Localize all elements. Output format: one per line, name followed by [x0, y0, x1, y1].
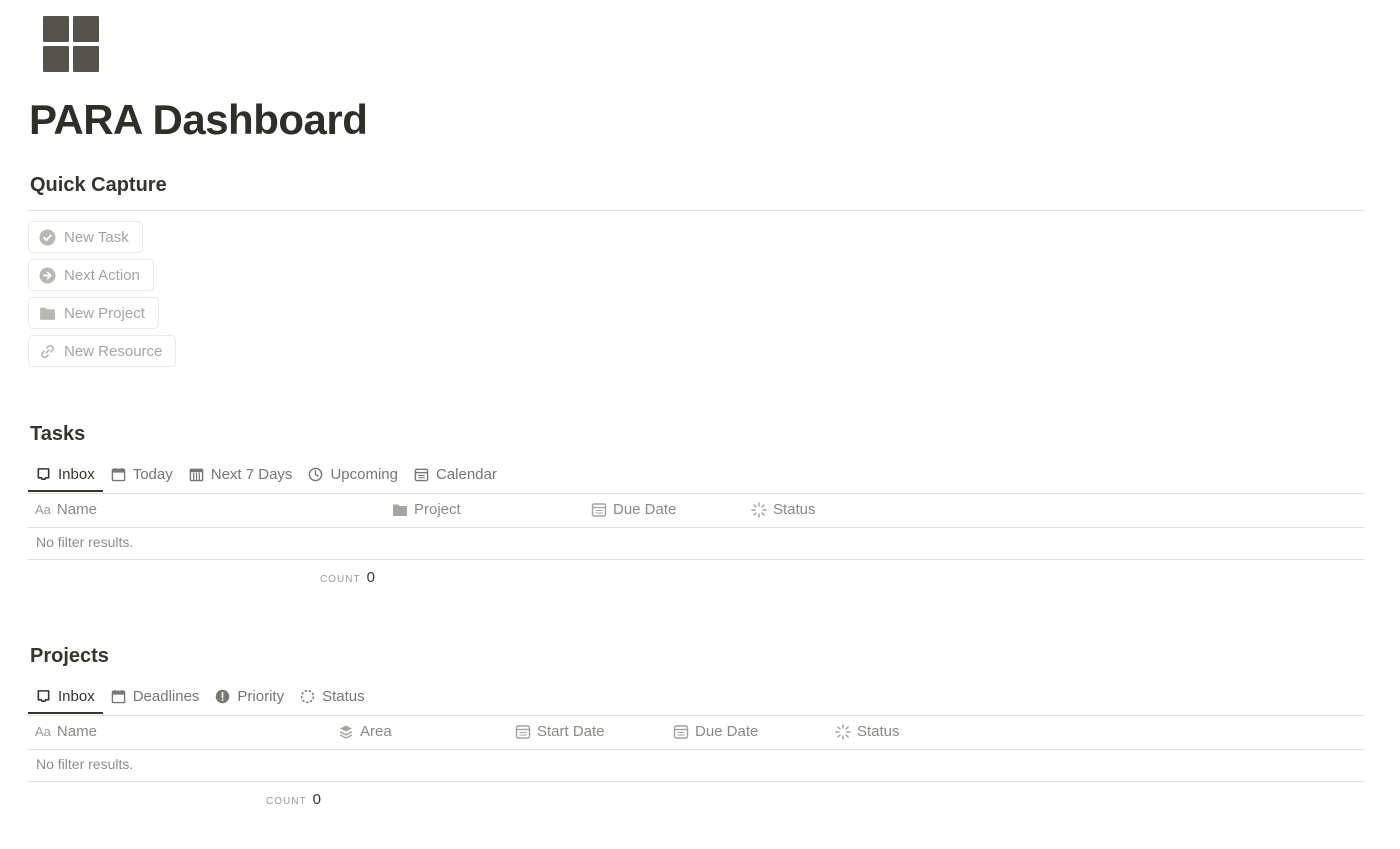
- tab-priority[interactable]: Priority: [207, 679, 292, 714]
- new-project-button[interactable]: New Project: [28, 297, 159, 329]
- tab-inbox-label: Inbox: [58, 688, 95, 705]
- calendar-icon: [111, 467, 125, 482]
- new-project-label: New Project: [64, 304, 145, 322]
- tab-inbox[interactable]: Inbox: [28, 679, 103, 714]
- tab-calendar[interactable]: Calendar: [406, 457, 505, 492]
- tab-priority-label: Priority: [237, 688, 285, 705]
- column-header-label: Start Date: [537, 723, 605, 740]
- layers-icon: [339, 725, 353, 739]
- table-header-bottom-border: [28, 527, 1364, 528]
- calculation-count[interactable]: COUNT 0: [266, 791, 321, 808]
- column-header-label: Project: [414, 501, 461, 518]
- new-resource-button[interactable]: New Resource: [28, 335, 177, 367]
- empty-state-text: No filter results.: [36, 534, 134, 550]
- tab-status-label: Status: [322, 688, 365, 705]
- folder-icon: [393, 504, 407, 516]
- table-header-top-border: [28, 493, 1364, 494]
- text-property-icon: Aa: [35, 724, 51, 739]
- status-spinner-icon: [751, 501, 767, 518]
- calculation-count[interactable]: COUNT 0: [320, 569, 375, 586]
- tab-next-7-days[interactable]: Next 7 Days: [181, 457, 301, 492]
- grid-icon[interactable]: [43, 16, 99, 72]
- inbox-icon: [37, 690, 50, 702]
- table-header-top-border: [28, 715, 1364, 716]
- calendar-icon: [111, 689, 125, 704]
- new-task-label: New Task: [64, 228, 129, 246]
- column-header-label: Name: [56, 501, 97, 518]
- column-header-label: Area: [360, 723, 392, 740]
- dashed-circle-icon: [300, 689, 315, 704]
- tab-deadlines-label: Deadlines: [132, 688, 200, 705]
- column-header-status[interactable]: Status: [751, 501, 816, 518]
- count-label: COUNT: [320, 574, 361, 585]
- column-header-name[interactable]: Aa Name: [35, 723, 97, 740]
- count-value: 0: [312, 791, 321, 808]
- table-bottom-border: [28, 559, 1364, 560]
- text-property-icon: Aa: [35, 502, 51, 517]
- quick-capture-heading: Quick Capture: [30, 174, 167, 196]
- column-header-label: Status: [773, 501, 816, 518]
- column-header-due-date[interactable]: Due Date: [591, 501, 676, 518]
- grid-icon-cell: [73, 46, 99, 72]
- tab-today[interactable]: Today: [103, 457, 181, 492]
- page-title[interactable]: PARA Dashboard: [29, 96, 368, 144]
- tasks-view-tabs: Inbox Today Next 7 Days Upcoming Calenda…: [28, 457, 505, 492]
- grid-icon-cell: [73, 16, 99, 42]
- arrow-right-circle-icon: [39, 267, 56, 283]
- count-value: 0: [366, 569, 375, 586]
- grid-icon-cell: [43, 16, 69, 42]
- column-header-area[interactable]: Area: [338, 723, 392, 740]
- tab-calendar-label: Calendar: [435, 466, 497, 483]
- tasks-heading: Tasks: [30, 423, 86, 445]
- calendar-icon: [414, 468, 429, 482]
- inbox-icon: [37, 468, 50, 480]
- new-resource-label: New Resource: [64, 342, 163, 360]
- tab-next-7-days-label: Next 7 Days: [210, 466, 293, 483]
- column-header-label: Due Date: [695, 723, 759, 740]
- exclamation-circle-icon: [216, 689, 230, 704]
- projects-heading: Projects: [30, 645, 109, 667]
- table-header-bottom-border: [28, 749, 1364, 750]
- tab-upcoming-label: Upcoming: [330, 466, 398, 483]
- link-icon: [41, 344, 54, 358]
- column-header-project[interactable]: Project: [392, 501, 461, 518]
- tab-today-label: Today: [132, 466, 173, 483]
- grid-icon-cell: [43, 46, 69, 72]
- column-header-label: Name: [56, 723, 97, 740]
- date-property-icon: [591, 502, 607, 517]
- clock-icon: [309, 467, 323, 482]
- folder-icon: [40, 307, 55, 320]
- tab-upcoming[interactable]: Upcoming: [300, 457, 406, 492]
- next-action-label: Next Action: [64, 266, 140, 284]
- divider: [28, 210, 1364, 211]
- table-bottom-border: [28, 781, 1364, 782]
- new-task-button[interactable]: New Task: [28, 221, 143, 253]
- next-action-button[interactable]: Next Action: [28, 259, 154, 291]
- count-label: COUNT: [266, 796, 307, 807]
- tab-deadlines[interactable]: Deadlines: [103, 679, 208, 714]
- tab-inbox-label: Inbox: [58, 466, 95, 483]
- calendar-week-icon: [189, 468, 204, 482]
- projects-view-tabs: Inbox Deadlines Priority Status: [28, 679, 373, 714]
- date-property-icon: [673, 724, 689, 739]
- column-header-status[interactable]: Status: [835, 723, 900, 740]
- column-header-label: Due Date: [613, 501, 677, 518]
- column-header-due-date[interactable]: Due Date: [673, 723, 758, 740]
- empty-state-text: No filter results.: [36, 756, 134, 772]
- column-header-start-date[interactable]: Start Date: [515, 723, 605, 740]
- tab-status[interactable]: Status: [292, 679, 373, 714]
- date-property-icon: [515, 724, 531, 739]
- column-header-name[interactable]: Aa Name: [35, 501, 97, 518]
- status-spinner-icon: [835, 723, 851, 740]
- check-circle-icon: [39, 229, 56, 245]
- column-header-label: Status: [857, 723, 900, 740]
- tab-inbox[interactable]: Inbox: [28, 457, 103, 492]
